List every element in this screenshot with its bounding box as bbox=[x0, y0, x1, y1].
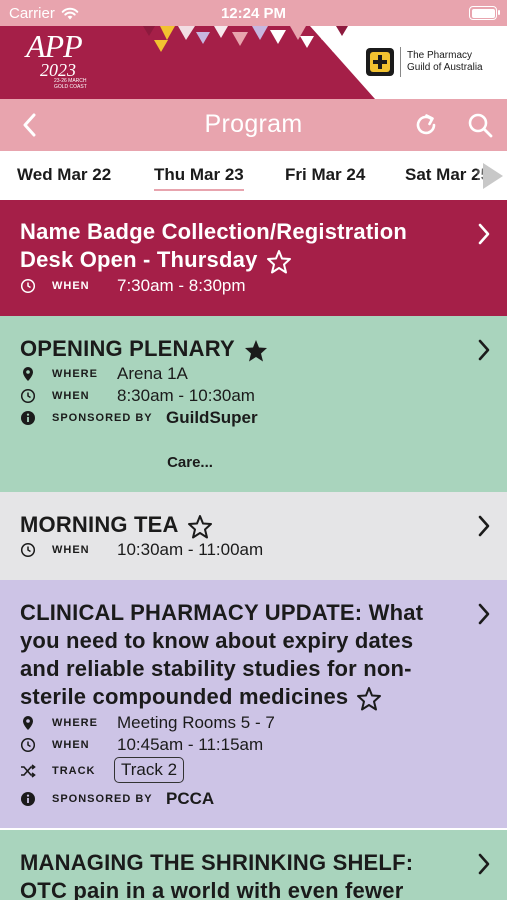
chevron-right-icon[interactable] bbox=[477, 514, 491, 538]
info-icon bbox=[20, 410, 36, 426]
session-when-row: WHEN 10:45am - 11:15am bbox=[20, 735, 263, 755]
star-outline-icon[interactable] bbox=[187, 514, 213, 539]
session-title: Name Badge Collection/Registration Desk … bbox=[20, 218, 407, 274]
status-time: 12:24 PM bbox=[220, 5, 287, 22]
session-location: Meeting Rooms 5 - 7 bbox=[117, 713, 275, 732]
session-where-row: WHERE Meeting Rooms 5 - 7 bbox=[20, 713, 275, 733]
session-card-morning-tea[interactable]: MORNING TEA WHEN 10:30am - 11:00am bbox=[0, 492, 507, 580]
guild-line1: The Pharmacy bbox=[407, 50, 473, 61]
session-title: CLINICAL PHARMACY UPDATE: What you need … bbox=[20, 599, 423, 711]
pharmacy-guild-logo: The Pharmacy Guild of Australia bbox=[366, 47, 483, 77]
app-logo-title: APP bbox=[26, 28, 83, 64]
session-title: OPENING PLENARY bbox=[20, 335, 269, 363]
guild-cross-icon bbox=[366, 48, 394, 76]
chevron-right-icon[interactable] bbox=[477, 222, 491, 246]
session-sponsor: GuildSuper bbox=[166, 408, 258, 427]
session-when-row: WHEN 8:30am - 10:30am bbox=[20, 386, 255, 406]
chevron-right-icon[interactable] bbox=[477, 338, 491, 362]
tab-fri-mar-24[interactable]: Fri Mar 24 bbox=[285, 165, 365, 185]
session-title: MANAGING THE SHRINKING SHELF: OTC pain i… bbox=[20, 849, 413, 900]
session-title-line1: CLINICAL PHARMACY UPDATE: What bbox=[20, 600, 424, 625]
when-label: WHEN bbox=[52, 280, 90, 292]
battery-icon bbox=[469, 6, 500, 20]
star-outline-icon[interactable] bbox=[266, 249, 292, 274]
chevron-right-icon[interactable] bbox=[477, 602, 491, 626]
clock-icon bbox=[20, 388, 36, 404]
session-card-opening-plenary[interactable]: OPENING PLENARY WHERE Arena 1A WHEN 8:30… bbox=[0, 316, 507, 492]
session-where-row: WHERE Arena 1A bbox=[20, 364, 188, 384]
clock-icon bbox=[20, 278, 36, 294]
session-card-shrinking-shelf[interactable]: MANAGING THE SHRINKING SHELF: OTC pain i… bbox=[0, 830, 507, 900]
session-time: 10:45am - 11:15am bbox=[117, 735, 264, 754]
session-sponsor: PCCA bbox=[166, 789, 215, 808]
guild-logo-text: The Pharmacy Guild of Australia bbox=[407, 50, 483, 74]
when-label: WHEN bbox=[52, 739, 90, 751]
guild-line2: Guild of Australia bbox=[407, 62, 483, 73]
date-tabs: Wed Mar 22 Thu Mar 23 Fri Mar 24 Sat Mar… bbox=[0, 151, 507, 200]
session-sponsor-row: SPONSORED BY GuildSuper bbox=[20, 408, 258, 428]
sponsored-by-label: SPONSORED BY bbox=[52, 412, 153, 424]
tab-wed-mar-22[interactable]: Wed Mar 22 bbox=[17, 165, 111, 185]
where-label: WHERE bbox=[52, 717, 98, 729]
search-icon[interactable] bbox=[466, 111, 494, 139]
app-2023-logo: APP 2023 23-26 MARCH GOLD COAST bbox=[26, 30, 87, 90]
session-title-line1: Name Badge Collection/Registration bbox=[20, 219, 407, 244]
where-label: WHERE bbox=[52, 368, 98, 380]
session-when-row: WHEN 7:30am - 8:30pm bbox=[20, 276, 246, 296]
session-card-registration[interactable]: Name Badge Collection/Registration Desk … bbox=[0, 200, 507, 316]
session-when-row: WHEN 10:30am - 11:00am bbox=[20, 540, 263, 560]
track-label: TRACK bbox=[52, 765, 96, 777]
session-title-line3: and reliable stability studies for non- bbox=[20, 656, 412, 681]
when-label: WHEN bbox=[52, 390, 90, 402]
star-filled-icon[interactable] bbox=[243, 338, 269, 363]
session-card-clinical-pharmacy[interactable]: CLINICAL PHARMACY UPDATE: What you need … bbox=[0, 580, 507, 828]
session-time: 7:30am - 8:30pm bbox=[117, 276, 246, 295]
conference-banner: APP 2023 23-26 MARCH GOLD COAST The Phar… bbox=[0, 26, 507, 99]
clock-icon bbox=[20, 737, 36, 753]
session-time: 8:30am - 10:30am bbox=[117, 386, 255, 405]
session-title-line4: sterile compounded medicines bbox=[20, 683, 423, 711]
clock-icon bbox=[20, 542, 36, 558]
app-logo-year: 2023 bbox=[40, 60, 76, 80]
session-title-line1: MANAGING THE SHRINKING SHELF: bbox=[20, 850, 414, 875]
session-title-line2: you need to know about expiry dates bbox=[20, 628, 414, 653]
refresh-icon[interactable] bbox=[412, 111, 440, 139]
status-bar: Carrier 12:24 PM bbox=[0, 0, 507, 26]
session-title: MORNING TEA bbox=[20, 511, 213, 539]
session-time: 10:30am - 11:00am bbox=[117, 540, 264, 559]
track-badge[interactable]: Track 2 bbox=[114, 757, 185, 783]
app-logo-location: GOLD COAST bbox=[54, 84, 87, 90]
tab-thu-mar-23[interactable]: Thu Mar 23 bbox=[154, 165, 244, 191]
play-arrow-icon bbox=[483, 163, 503, 189]
more-link[interactable]: Care... bbox=[0, 454, 380, 471]
info-icon bbox=[20, 791, 36, 807]
location-pin-icon bbox=[20, 715, 36, 731]
tabs-scroll-right[interactable] bbox=[477, 159, 507, 193]
shuffle-icon bbox=[20, 763, 36, 779]
location-pin-icon bbox=[20, 366, 36, 382]
chevron-right-icon[interactable] bbox=[477, 852, 491, 876]
nav-bar: Program bbox=[0, 99, 507, 151]
star-outline-icon[interactable] bbox=[356, 686, 382, 711]
session-title-line2: OTC pain in a world with even fewer bbox=[20, 878, 404, 900]
guild-divider bbox=[400, 47, 401, 77]
session-location: Arena 1A bbox=[117, 364, 188, 383]
session-track-row: TRACK Track 2 bbox=[20, 757, 185, 783]
session-title-line2: Desk Open - Thursday bbox=[20, 246, 407, 274]
sponsored-by-label: SPONSORED BY bbox=[52, 793, 153, 805]
session-sponsor-row: SPONSORED BY PCCA bbox=[20, 789, 214, 809]
when-label: WHEN bbox=[52, 544, 90, 556]
